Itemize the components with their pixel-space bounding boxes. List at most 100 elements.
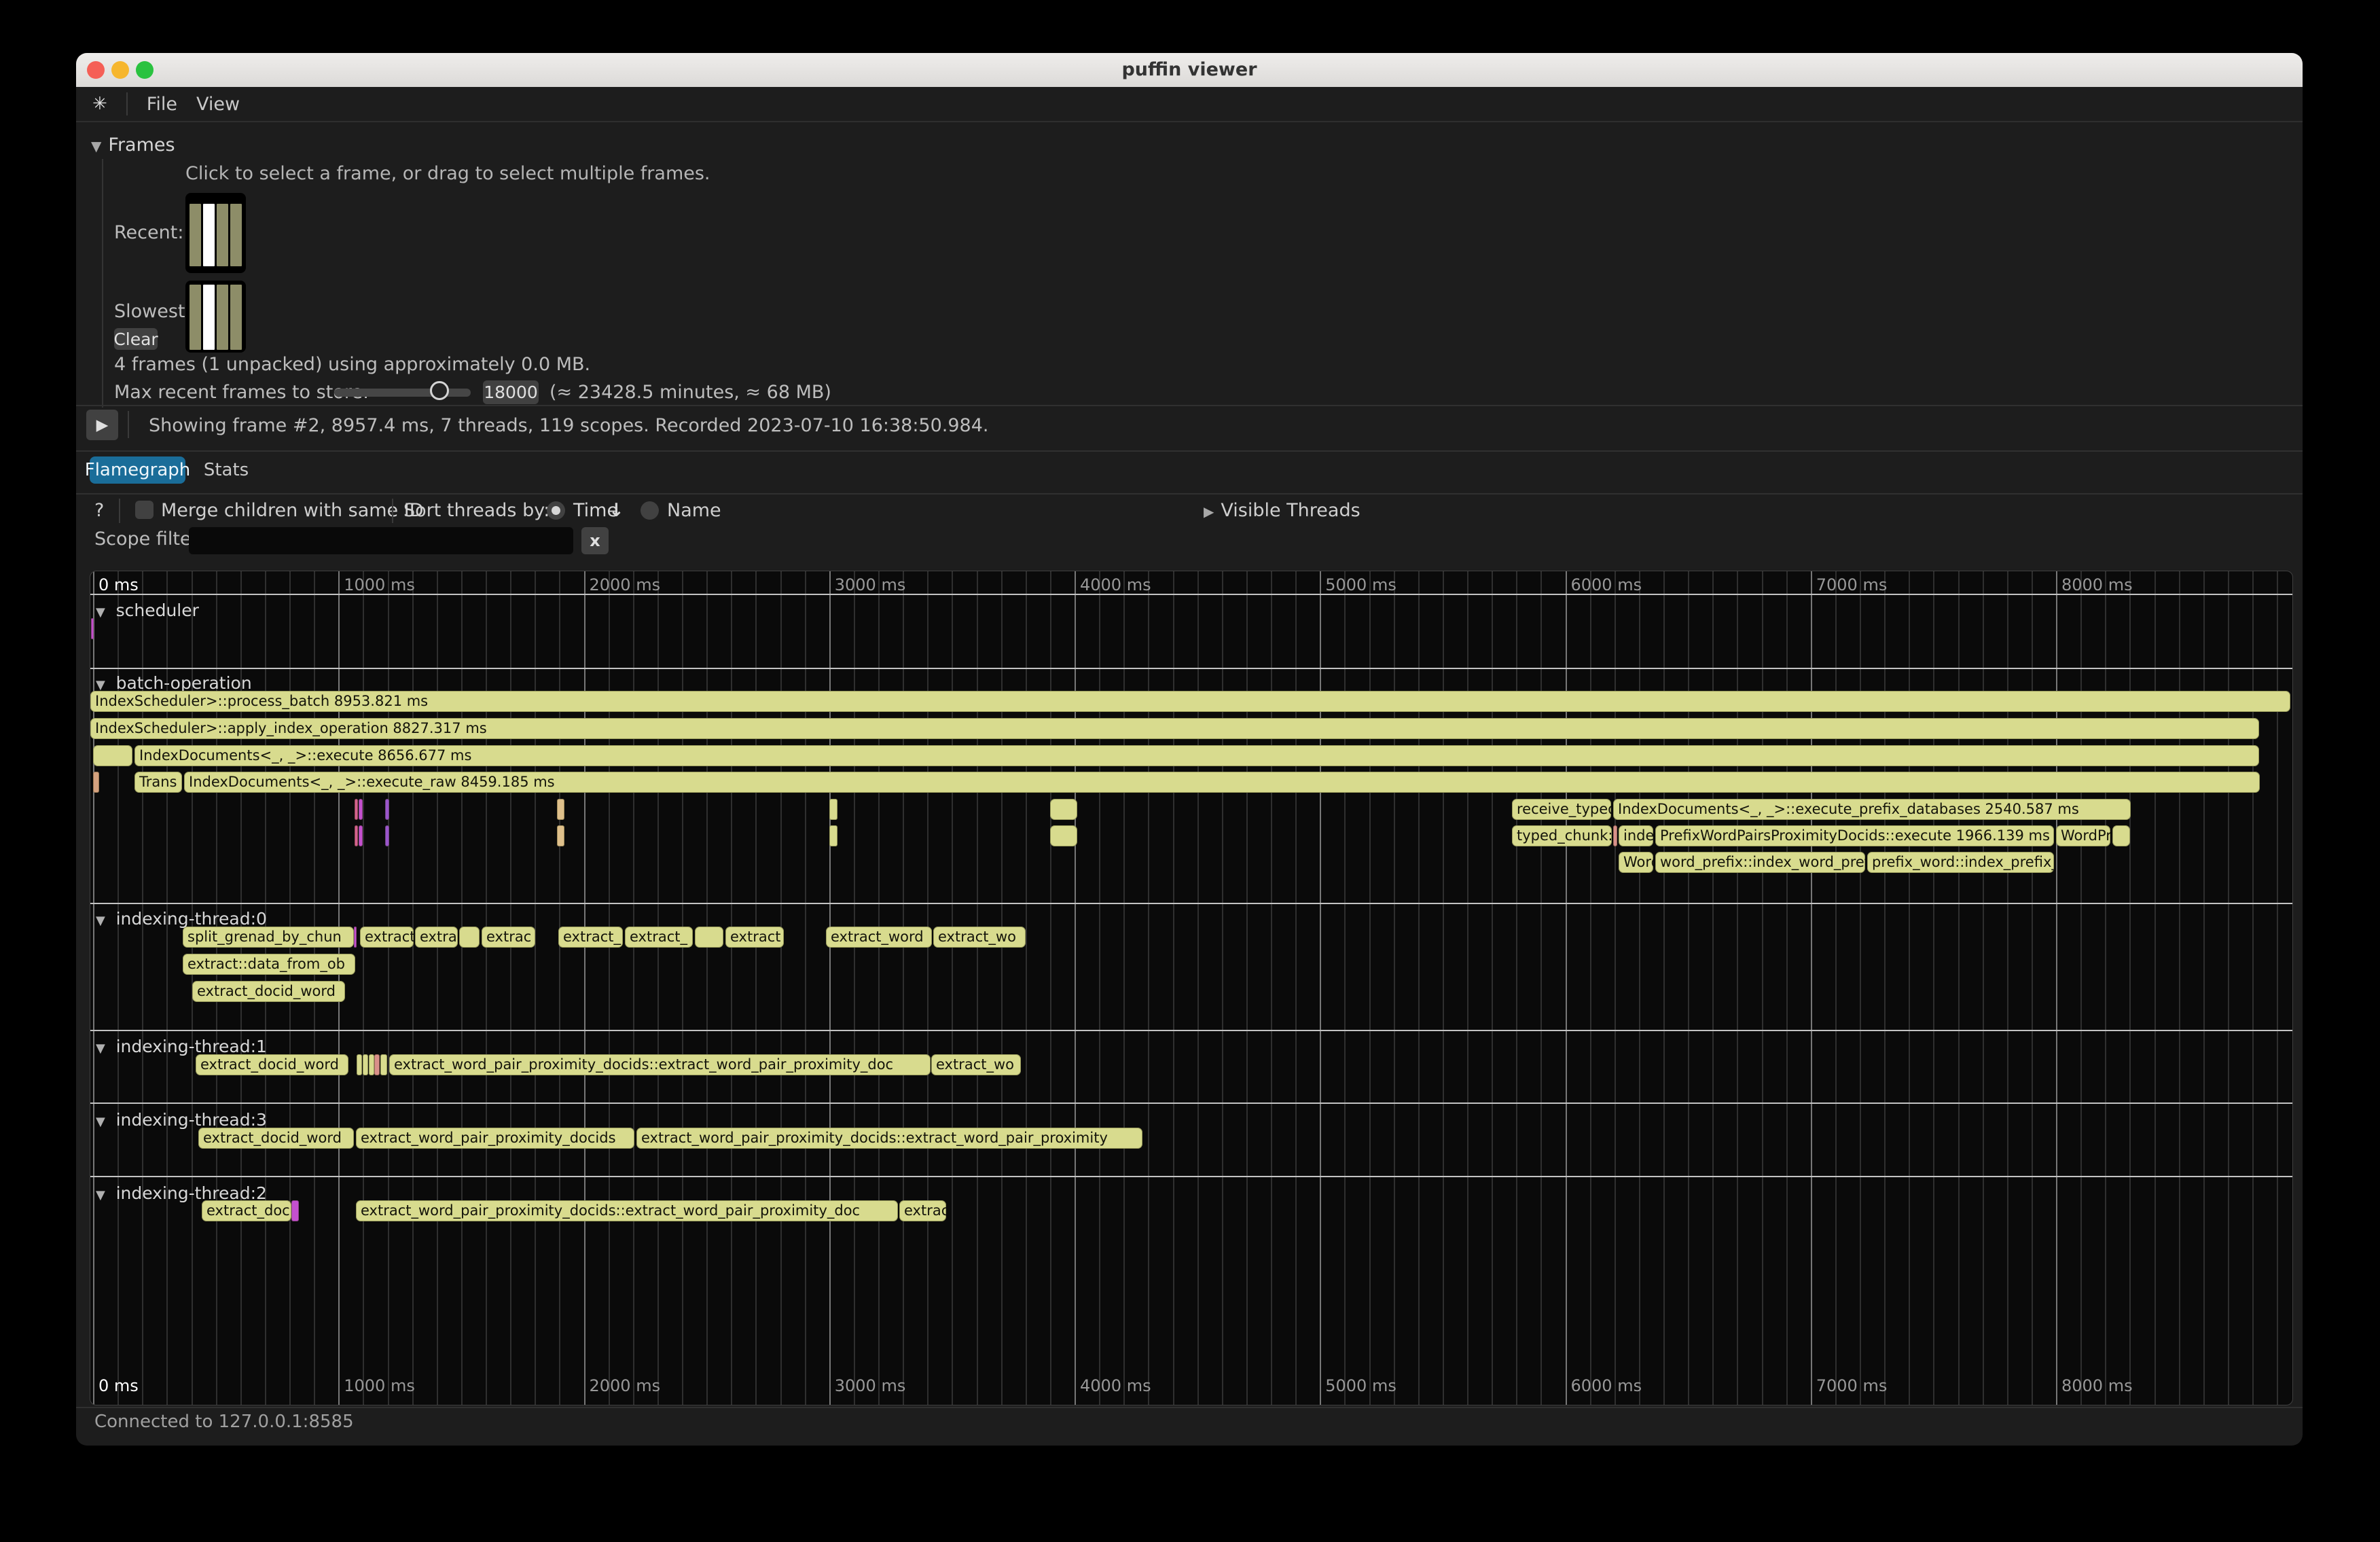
scope-filter-input[interactable] <box>189 527 573 554</box>
flame-scope-bar[interactable] <box>291 1200 299 1221</box>
frame-thumbnail-bar[interactable] <box>230 285 242 350</box>
frame-thumbnail-bar[interactable] <box>217 204 228 266</box>
frame-thumbnail-bar[interactable] <box>190 204 201 266</box>
flame-scope-bar[interactable]: extract <box>725 927 784 948</box>
thread-header-indexing-thread:0[interactable]: ▼ indexing-thread:0 <box>96 909 267 929</box>
frames-collapsing-header[interactable]: ▼Frames <box>91 135 175 156</box>
flame-scope-bar[interactable] <box>359 825 363 846</box>
frame-thumbnail-bar[interactable] <box>230 204 242 266</box>
frame-thumbnail-bar[interactable] <box>203 285 215 350</box>
flame-scope-bar[interactable] <box>1050 799 1077 820</box>
slowest-frames-thumbnail[interactable] <box>185 281 246 353</box>
flamegraph-canvas[interactable]: 0 ms0 ms1000 ms1000 ms2000 ms2000 ms3000… <box>90 571 2293 1405</box>
tab-stats[interactable]: Stats <box>192 456 260 484</box>
flame-scope-bar[interactable]: receive_typed_ <box>1512 799 1611 820</box>
flame-scope-bar[interactable]: extract_docid_word <box>196 1054 348 1075</box>
max-frames-slider-track[interactable] <box>334 389 471 397</box>
desktop: { "window": { "title": "puffin viewer" }… <box>0 0 2380 1542</box>
flame-scope-bar[interactable] <box>557 799 564 820</box>
flame-scope-bar[interactable]: extract_wo <box>931 1054 1021 1075</box>
theme-toggle-icon[interactable]: ✳ <box>92 94 107 114</box>
max-frames-slider-knob[interactable] <box>430 381 449 400</box>
flame-scope-bar[interactable]: word_prefix::index_word_prefix_ <box>1655 852 1865 873</box>
flame-scope-bar[interactable]: extract_word_pair_proximity_docids::extr… <box>389 1054 931 1075</box>
flame-scope-bar[interactable]: WordPr <box>2056 825 2110 846</box>
flame-scope-bar[interactable]: index <box>1619 825 1653 846</box>
flame-scope-bar[interactable] <box>355 799 358 820</box>
merge-children-checkbox[interactable] <box>135 501 154 519</box>
max-frames-value[interactable]: 18000 <box>483 380 539 404</box>
flame-scope-bar[interactable]: extrac <box>899 1200 946 1221</box>
sort-by-time-radio[interactable] <box>547 501 565 520</box>
help-button[interactable]: ? <box>94 500 104 521</box>
flame-scope-bar[interactable] <box>355 825 358 846</box>
flame-scope-bar[interactable]: IndexDocuments<_, _>::execute_raw 8459.1… <box>184 772 2260 793</box>
flame-scope-bar[interactable]: extract_wo <box>933 927 1026 948</box>
recent-frames-thumbnail[interactable] <box>185 193 246 273</box>
flame-scope-bar[interactable]: extract_ <box>625 927 693 948</box>
flame-scope-bar[interactable] <box>363 1054 368 1075</box>
flame-scope-bar[interactable]: extract_ <box>558 927 623 948</box>
thread-header-batch-operation[interactable]: ▼ batch-operation <box>96 673 252 693</box>
flame-scope-bar[interactable]: extract <box>360 927 414 948</box>
flame-scope-bar[interactable]: extract_word_pair_proximity_docids::extr… <box>356 1200 898 1221</box>
max-frames-estimate: (≈ 23428.5 minutes, ≈ 68 MB) <box>549 382 831 403</box>
flame-scope-bar[interactable]: extract_doc <box>202 1200 291 1221</box>
clear-button[interactable]: Clear <box>114 328 158 350</box>
sort-by-name-radio[interactable] <box>641 501 659 520</box>
flame-scope-bar[interactable]: prefix_word::index_prefix_wo <box>1867 852 2054 873</box>
frame-thumbnail-bar[interactable] <box>190 285 201 350</box>
flame-scope-bar[interactable] <box>359 799 363 820</box>
flame-scope-bar[interactable]: typed_chunk::w <box>1512 825 1612 846</box>
flame-scope-bar[interactable]: IndexScheduler>::apply_index_operation 8… <box>90 718 2259 739</box>
flame-scope-bar[interactable] <box>2112 825 2130 846</box>
flame-scope-bar[interactable]: extra <box>415 927 458 948</box>
flame-scope-bar[interactable]: IndexDocuments<_, _>::execute 8656.677 m… <box>134 745 2259 766</box>
flame-scope-bar[interactable] <box>91 618 94 639</box>
menu-view[interactable]: View <box>196 94 240 115</box>
menu-file[interactable]: File <box>147 94 177 115</box>
flame-scope-bar[interactable] <box>695 927 723 948</box>
sort-direction-icon[interactable]: ↓ <box>609 500 624 521</box>
section-separator <box>90 1102 2292 1104</box>
flame-scope-bar[interactable]: split_grenad_by_chun <box>183 927 354 948</box>
flame-scope-bar[interactable]: IndexScheduler>::process_batch 8953.821 … <box>90 691 2290 712</box>
flame-scope-bar[interactable] <box>385 825 389 846</box>
flame-scope-bar[interactable]: extrac <box>482 927 535 948</box>
flame-scope-bar[interactable]: Word <box>1619 852 1653 873</box>
flame-scope-bar[interactable] <box>354 927 357 948</box>
flame-scope-bar[interactable] <box>374 1054 380 1075</box>
flame-scope-bar[interactable]: PrefixWordPairsProximityDocids::execute … <box>1655 825 2054 846</box>
flame-scope-bar[interactable] <box>459 927 480 948</box>
flame-scope-bar[interactable]: extract::data_from_ob <box>183 954 355 975</box>
flame-scope-bar[interactable]: extract_word_pair_proximity_docids <box>356 1128 634 1149</box>
flame-scope-bar[interactable] <box>369 1054 374 1075</box>
tab-flamegraph[interactable]: Flamegraph <box>90 456 185 484</box>
flame-scope-bar[interactable] <box>829 825 837 846</box>
flame-scope-bar[interactable] <box>93 745 132 766</box>
flame-scope-bar[interactable]: Trans <box>134 772 182 793</box>
flame-scope-bar[interactable] <box>357 1054 362 1075</box>
sort-by-name-label[interactable]: Name <box>667 500 721 521</box>
flame-scope-bar[interactable]: extract_docid_word <box>198 1128 354 1149</box>
frame-thumbnail-bar[interactable] <box>203 204 215 266</box>
flame-scope-bar[interactable]: extract_word_pair_proximity_docids::extr… <box>636 1128 1142 1149</box>
frame-thumbnail-bar[interactable] <box>217 285 228 350</box>
flame-scope-bar[interactable] <box>380 1054 387 1075</box>
flame-scope-bar[interactable] <box>557 825 564 846</box>
scope-filter-clear-button[interactable]: x <box>581 527 609 554</box>
flame-scope-bar[interactable] <box>93 772 99 793</box>
flame-scope-bar[interactable] <box>829 799 837 820</box>
flame-scope-bar[interactable] <box>1050 825 1077 846</box>
flame-scope-bar[interactable]: extract_word <box>826 927 932 948</box>
flame-scope-bar[interactable] <box>385 799 389 820</box>
visible-threads-header[interactable]: ▶Visible Threads <box>1204 500 1360 521</box>
play-button[interactable]: ▶ <box>86 410 118 440</box>
thread-header-scheduler[interactable]: ▼ scheduler <box>96 600 199 620</box>
merge-children-label[interactable]: Merge children with same ID <box>161 500 424 521</box>
thread-header-indexing-thread:1[interactable]: ▼ indexing-thread:1 <box>96 1037 267 1056</box>
flame-scope-bar[interactable]: IndexDocuments<_, _>::execute_prefix_dat… <box>1613 799 2131 820</box>
flame-scope-bar[interactable] <box>1613 825 1617 846</box>
thread-header-indexing-thread:3[interactable]: ▼ indexing-thread:3 <box>96 1110 267 1130</box>
flame-scope-bar[interactable]: extract_docid_word <box>192 981 345 1002</box>
